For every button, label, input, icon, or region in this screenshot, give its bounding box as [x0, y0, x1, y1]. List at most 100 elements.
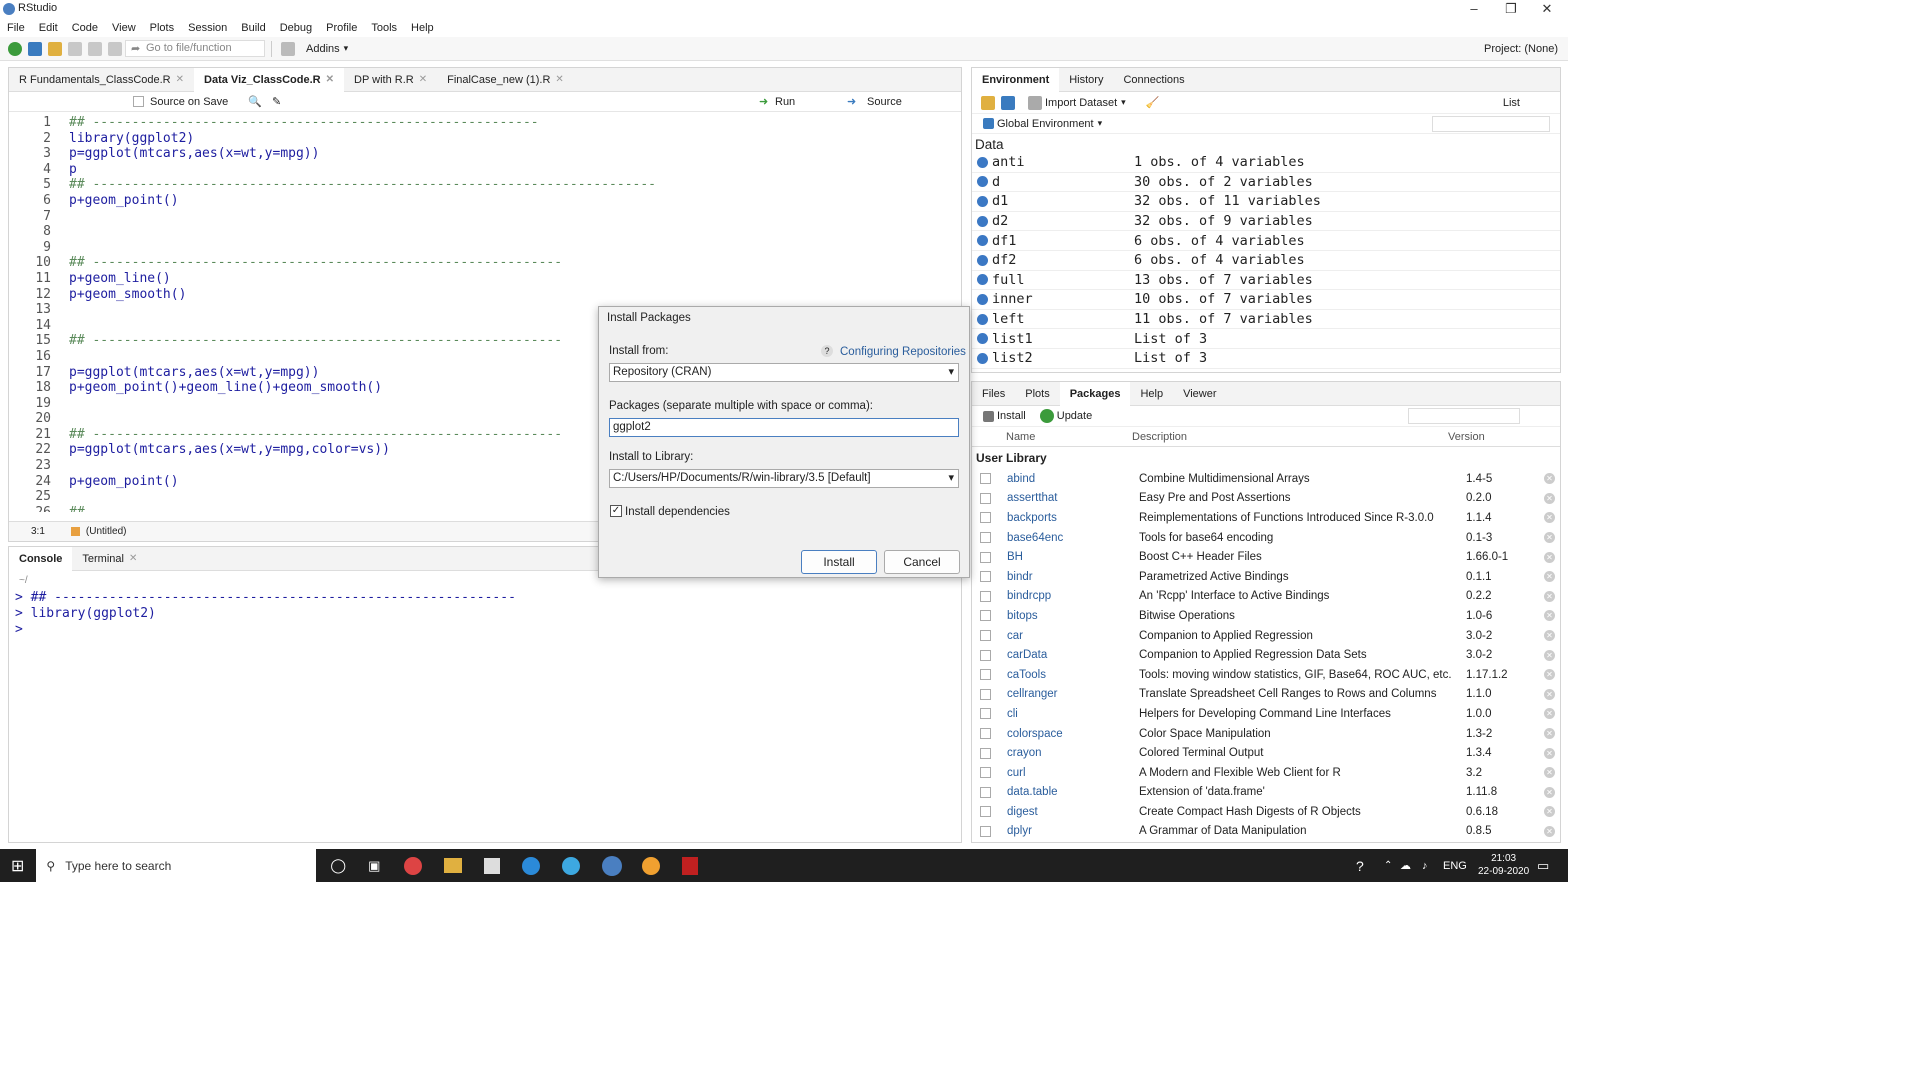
environment-row[interactable]: full 13 obs. of 7 variables	[972, 271, 1560, 291]
orange-app-icon[interactable]	[642, 856, 661, 875]
package-name-link[interactable]: dplyr	[1007, 825, 1139, 837]
package-name-link[interactable]: BH	[1007, 551, 1139, 563]
tab-terminal[interactable]: Terminal ✕	[72, 547, 147, 571]
package-name-link[interactable]: colorspace	[1007, 728, 1139, 740]
package-name-link[interactable]: bindr	[1007, 571, 1139, 583]
chevron-up-icon[interactable]: ⌃	[1384, 860, 1392, 871]
rstudio-taskbar-icon[interactable]	[602, 855, 623, 876]
environment-row[interactable]: left 11 obs. of 7 variables	[972, 310, 1560, 330]
environment-row[interactable]: d 30 obs. of 2 variables	[972, 173, 1560, 193]
environment-search-input[interactable]	[1432, 116, 1550, 132]
packages-search-input[interactable]	[1408, 408, 1520, 424]
package-name-link[interactable]: bitops	[1007, 610, 1139, 622]
remove-package-icon[interactable]: ✕	[1544, 747, 1555, 759]
tab-finalcase[interactable]: FinalCase_new (1).R ✕	[437, 68, 574, 92]
tab-plots[interactable]: Plots	[1015, 382, 1059, 406]
col-version[interactable]: Version	[1448, 431, 1485, 443]
remove-package-icon[interactable]: ✕	[1544, 728, 1555, 740]
remove-package-icon[interactable]: ✕	[1544, 473, 1555, 485]
broom-icon[interactable]: 🧹	[1146, 96, 1160, 109]
package-checkbox[interactable]	[980, 649, 991, 661]
menu-tools[interactable]: Tools	[371, 22, 397, 34]
package-checkbox[interactable]	[980, 728, 991, 740]
remove-package-icon[interactable]: ✕	[1544, 649, 1555, 661]
package-name-link[interactable]: car	[1007, 630, 1139, 642]
package-checkbox[interactable]	[980, 708, 991, 720]
tab-connections[interactable]: Connections	[1113, 68, 1194, 92]
list-view-menu[interactable]: List	[1503, 97, 1520, 109]
tab-help[interactable]: Help	[1130, 382, 1173, 406]
file-explorer-icon[interactable]	[444, 858, 463, 873]
environment-row[interactable]: inner 10 obs. of 7 variables	[972, 290, 1560, 310]
cloud-icon[interactable]: ☁	[1400, 859, 1411, 872]
package-checkbox[interactable]	[980, 747, 991, 759]
package-name-link[interactable]: digest	[1007, 806, 1139, 818]
col-description[interactable]: Description	[1132, 431, 1448, 443]
task-view-icon[interactable]: ▣	[368, 858, 380, 874]
tab-data-viz[interactable]: Data Viz_ClassCode.R ✕	[194, 67, 344, 92]
expand-icon[interactable]	[977, 235, 988, 247]
expand-icon[interactable]	[977, 313, 988, 325]
save-icon[interactable]	[68, 41, 82, 56]
install-packages-button[interactable]: Install	[997, 410, 1026, 422]
menu-file[interactable]: File	[7, 22, 25, 34]
source-on-save-checkbox[interactable]	[133, 96, 144, 107]
package-checkbox[interactable]	[980, 767, 991, 779]
package-name-link[interactable]: abind	[1007, 473, 1139, 485]
expand-icon[interactable]	[977, 333, 988, 345]
expand-icon[interactable]	[977, 215, 988, 227]
tab-files[interactable]: Files	[972, 382, 1015, 406]
app-icon[interactable]	[562, 856, 581, 875]
tab-console[interactable]: Console	[9, 546, 73, 571]
package-name-link[interactable]: cli	[1007, 708, 1139, 720]
menu-profile[interactable]: Profile	[326, 22, 357, 34]
remove-package-icon[interactable]: ✕	[1544, 669, 1555, 681]
save-all-icon[interactable]	[88, 41, 102, 56]
remove-package-icon[interactable]: ✕	[1544, 610, 1555, 622]
package-name-link[interactable]: bindrcpp	[1007, 590, 1139, 602]
menu-view[interactable]: View	[112, 22, 136, 34]
tab-history[interactable]: History	[1059, 68, 1113, 92]
menu-plots[interactable]: Plots	[150, 22, 174, 34]
notifications-icon[interactable]: ▭	[1537, 858, 1549, 874]
environment-row[interactable]: df2 6 obs. of 4 variables	[972, 251, 1560, 271]
remove-package-icon[interactable]: ✕	[1544, 571, 1555, 583]
help-tray-icon[interactable]: ?	[1356, 858, 1364, 874]
environment-row[interactable]: anti 1 obs. of 4 variables	[972, 153, 1560, 173]
new-project-icon[interactable]	[28, 41, 42, 56]
open-file-icon[interactable]	[48, 41, 62, 56]
tab-packages[interactable]: Packages	[1059, 381, 1131, 406]
remove-package-icon[interactable]: ✕	[1544, 786, 1555, 798]
package-checkbox[interactable]	[980, 786, 991, 798]
install-dependencies-checkbox[interactable]: ✓	[610, 505, 622, 517]
close-window-button[interactable]: ✕	[1528, 0, 1566, 19]
packages-input[interactable]: ggplot2	[609, 418, 959, 437]
remove-package-icon[interactable]: ✕	[1544, 532, 1555, 544]
remove-package-icon[interactable]: ✕	[1544, 825, 1555, 837]
package-checkbox[interactable]	[980, 492, 991, 504]
import-dataset-menu[interactable]: Import Dataset	[1045, 97, 1117, 109]
acrobat-icon[interactable]	[682, 856, 699, 875]
expand-icon[interactable]	[977, 156, 988, 168]
package-checkbox[interactable]	[980, 669, 991, 681]
load-workspace-icon[interactable]	[981, 95, 995, 110]
grid-layout-icon[interactable]	[281, 41, 295, 56]
package-name-link[interactable]: caTools	[1007, 669, 1139, 681]
environment-row[interactable]: list2 List of 3	[972, 349, 1560, 369]
speaker-icon[interactable]: ♪	[1422, 860, 1428, 872]
source-button[interactable]: Source	[867, 96, 902, 108]
col-name[interactable]: Name	[1006, 431, 1132, 443]
tab-dp-with-r[interactable]: DP with R.R ✕	[344, 68, 437, 92]
project-menu[interactable]: Project: (None)	[1484, 43, 1558, 55]
run-button[interactable]: Run	[775, 96, 795, 108]
remove-package-icon[interactable]: ✕	[1544, 512, 1555, 524]
remove-package-icon[interactable]: ✕	[1544, 551, 1555, 563]
package-checkbox[interactable]	[980, 688, 991, 700]
menu-code[interactable]: Code	[72, 22, 98, 34]
remove-package-icon[interactable]: ✕	[1544, 590, 1555, 602]
language-indicator[interactable]: ENG	[1443, 860, 1467, 872]
expand-icon[interactable]	[977, 352, 988, 364]
search-icon[interactable]: 🔍	[248, 95, 262, 108]
environment-row[interactable]: d1 32 obs. of 11 variables	[972, 192, 1560, 212]
print-icon[interactable]	[108, 41, 122, 56]
